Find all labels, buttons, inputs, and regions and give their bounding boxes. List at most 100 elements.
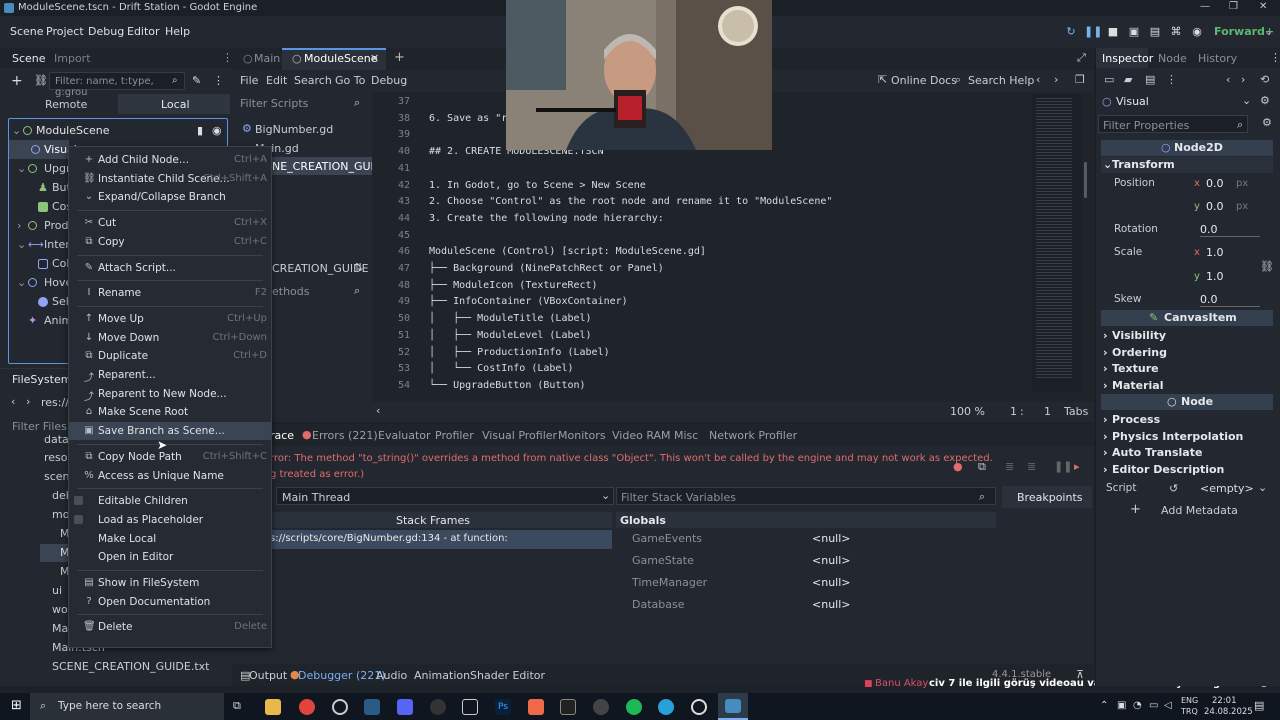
back-arrow-icon[interactable]: ‹ bbox=[376, 404, 380, 417]
stack-frame-row[interactable]: s://scripts/core/BigNumber.gd:134 - at f… bbox=[232, 530, 612, 549]
prev-icon[interactable]: ‹ bbox=[1226, 73, 1230, 86]
file-item[interactable]: SCENE_CREATION_GUIDE.txt bbox=[52, 660, 209, 673]
code-line[interactable]: 54 └── UpgradeButton (Button) bbox=[372, 380, 1032, 397]
tab-evaluator[interactable]: Evaluator bbox=[378, 429, 431, 442]
godot-taskbar-button[interactable] bbox=[718, 693, 748, 720]
code-line[interactable]: 52 │ ├── ProductionInfo (Label) bbox=[372, 347, 1032, 364]
code-line[interactable]: 46 ModuleScene (Control) [script: ModuleS… bbox=[372, 246, 1032, 263]
movie-icon[interactable]: ⌘ bbox=[1168, 25, 1184, 39]
inspector-section[interactable]: › Editor Description bbox=[1101, 462, 1273, 478]
step-into-icon[interactable]: ≣ bbox=[1005, 460, 1014, 473]
unity-icon[interactable] bbox=[462, 699, 478, 715]
filter-files-input[interactable]: Filter Files bbox=[12, 420, 67, 433]
menu-item[interactable]: Editable Children bbox=[69, 492, 271, 510]
inspector-section[interactable]: › Physics Interpolation bbox=[1101, 429, 1273, 445]
file-item[interactable]: mo bbox=[52, 508, 69, 521]
menu-item[interactable]: Make Local bbox=[69, 530, 271, 548]
chevron-down-icon[interactable]: ⌄ bbox=[1264, 25, 1273, 38]
app-icon[interactable] bbox=[528, 699, 544, 715]
prev-icon[interactable]: ‹ bbox=[1036, 73, 1040, 86]
step-over-icon[interactable]: ≣ bbox=[1027, 460, 1036, 473]
steam-icon[interactable] bbox=[364, 699, 380, 715]
tree-item-modulescene[interactable]: ⌄ ModuleScene ▮ ◉ bbox=[9, 121, 241, 140]
taskbar-search[interactable]: ⌕ Type here to search bbox=[30, 693, 224, 720]
tab-network-profiler[interactable]: Network Profiler bbox=[709, 429, 797, 442]
app-icon[interactable] bbox=[593, 699, 609, 715]
indent-mode[interactable]: Tabs bbox=[1064, 405, 1088, 418]
tab-misc[interactable]: Misc bbox=[674, 429, 698, 442]
float-window-icon[interactable]: ❐ bbox=[1075, 73, 1085, 86]
inspector-section[interactable]: › Auto Translate bbox=[1101, 445, 1273, 461]
global-var-row[interactable]: Database <null> bbox=[616, 594, 996, 616]
tree-item-visual[interactable]: Visual bbox=[9, 140, 77, 159]
menu-item[interactable]: ✂ Cut Ctrl+X bbox=[69, 214, 271, 232]
code-line[interactable]: 43 2. Choose "Control" as the root node a… bbox=[372, 196, 1032, 213]
thread-select[interactable]: Main Thread ⌄ bbox=[276, 487, 614, 505]
scrollbar[interactable] bbox=[1084, 162, 1087, 198]
chevron-down-icon[interactable]: ⌄ bbox=[1242, 94, 1251, 107]
link-icon[interactable]: ⛓ bbox=[1260, 260, 1274, 273]
transform-section[interactable]: ⌄ Transform bbox=[1101, 157, 1273, 173]
code-line[interactable]: 48 ├── ModuleIcon (TextureRect) bbox=[372, 280, 1032, 297]
menu-scene[interactable]: Scene bbox=[10, 25, 44, 38]
menu-editor[interactable]: Editor bbox=[127, 25, 160, 38]
minimize-icon[interactable]: — bbox=[1200, 1, 1210, 12]
new-resource-icon[interactable]: ▭ bbox=[1104, 73, 1114, 86]
position-x[interactable]: 0.0 bbox=[1206, 177, 1224, 190]
photoshop-icon[interactable]: Ps bbox=[495, 699, 511, 715]
global-var-row[interactable]: GameEvents <null> bbox=[616, 528, 996, 550]
inspected-node-name[interactable]: Visual bbox=[1116, 95, 1149, 108]
scale-x[interactable]: 1.0 bbox=[1206, 246, 1224, 259]
code-line[interactable]: 53 │ └── CostInfo (Label) bbox=[372, 363, 1032, 380]
code-line[interactable]: 47 ├── Background (NinePatchRect or Panel… bbox=[372, 263, 1032, 280]
menu-item[interactable]: ⤴ Reparent... bbox=[69, 366, 271, 384]
play-custom-icon[interactable]: ▤ bbox=[1147, 25, 1163, 39]
tab-video-ram[interactable]: Video RAM bbox=[612, 429, 671, 442]
menu-item[interactable]: ⧉ Copy Node Path Ctrl+Shift+C bbox=[69, 448, 271, 466]
remote-button[interactable]: Remote bbox=[45, 98, 87, 111]
menu-item[interactable]: ⧉ Duplicate Ctrl+D bbox=[69, 347, 271, 365]
tab-scene[interactable]: Scene bbox=[12, 52, 46, 65]
debugger-button[interactable]: Debugger (221) bbox=[298, 669, 386, 682]
animation-button[interactable]: Animation bbox=[414, 669, 470, 682]
forward-icon[interactable]: › bbox=[26, 395, 30, 408]
open-folder-icon[interactable]: ▰ bbox=[1124, 73, 1132, 86]
menu-item[interactable]: 🗑 Delete Delete bbox=[69, 618, 271, 636]
inspector-section[interactable]: › Ordering bbox=[1101, 345, 1273, 361]
app-icon[interactable] bbox=[332, 699, 348, 715]
inspector-section[interactable]: › Material bbox=[1101, 378, 1273, 394]
global-var-row[interactable]: GameState <null> bbox=[616, 550, 996, 572]
add-node-icon[interactable]: + bbox=[11, 73, 23, 89]
menu-item[interactable]: ⌂ Make Scene Root bbox=[69, 403, 271, 421]
menu-project[interactable]: Project bbox=[46, 25, 84, 38]
chevron-down-icon[interactable]: ⌄ bbox=[1258, 481, 1267, 494]
menu-item[interactable]: ▤ Show in FileSystem bbox=[69, 574, 271, 592]
menu-item[interactable]: Load as Placeholder bbox=[69, 511, 271, 529]
filter-stack-variables[interactable]: Filter Stack Variables ⌕ bbox=[616, 487, 996, 505]
clock-date[interactable]: 24.08.2025 bbox=[1204, 707, 1253, 717]
options-icon[interactable]: ⚙ bbox=[1260, 94, 1270, 107]
notification-icon[interactable]: ▤ bbox=[1254, 699, 1264, 712]
skew-value[interactable]: 0.0 bbox=[1200, 293, 1218, 306]
menu-item[interactable]: I Rename F2 bbox=[69, 284, 271, 302]
windows-start-icon[interactable]: ⊞ bbox=[11, 698, 22, 713]
tab-stack-trace[interactable]: race bbox=[270, 429, 294, 442]
app-icon[interactable] bbox=[658, 699, 674, 715]
zoom-level[interactable]: 100 % bbox=[950, 405, 985, 418]
add-tab-icon[interactable]: + bbox=[394, 50, 405, 65]
code-line[interactable]: 41 bbox=[372, 163, 1032, 180]
inspector-section[interactable]: › Visibility bbox=[1101, 328, 1273, 344]
menu-search[interactable]: Search bbox=[294, 74, 332, 87]
history-icon[interactable]: ⟲ bbox=[1260, 73, 1269, 86]
link-icon[interactable]: ⛓ bbox=[34, 74, 48, 87]
github-icon[interactable] bbox=[430, 699, 446, 715]
attach-script-icon[interactable]: ✎ bbox=[192, 74, 201, 87]
audio-button[interactable]: Audio bbox=[376, 669, 407, 682]
copy-icon[interactable]: ⧉ bbox=[978, 460, 986, 474]
save-icon[interactable]: ▤ bbox=[1145, 73, 1155, 86]
menu-item[interactable]: ⛓ Instantiate Child Scene... Ctrl+Shift+A bbox=[69, 170, 271, 188]
lang-line1[interactable]: ENG bbox=[1181, 696, 1198, 705]
lang-line2[interactable]: TRQ bbox=[1181, 707, 1198, 716]
remote-debug-icon[interactable]: ◉ bbox=[1189, 25, 1205, 39]
filter-properties-input[interactable]: Filter Properties ⌕ bbox=[1098, 115, 1248, 133]
